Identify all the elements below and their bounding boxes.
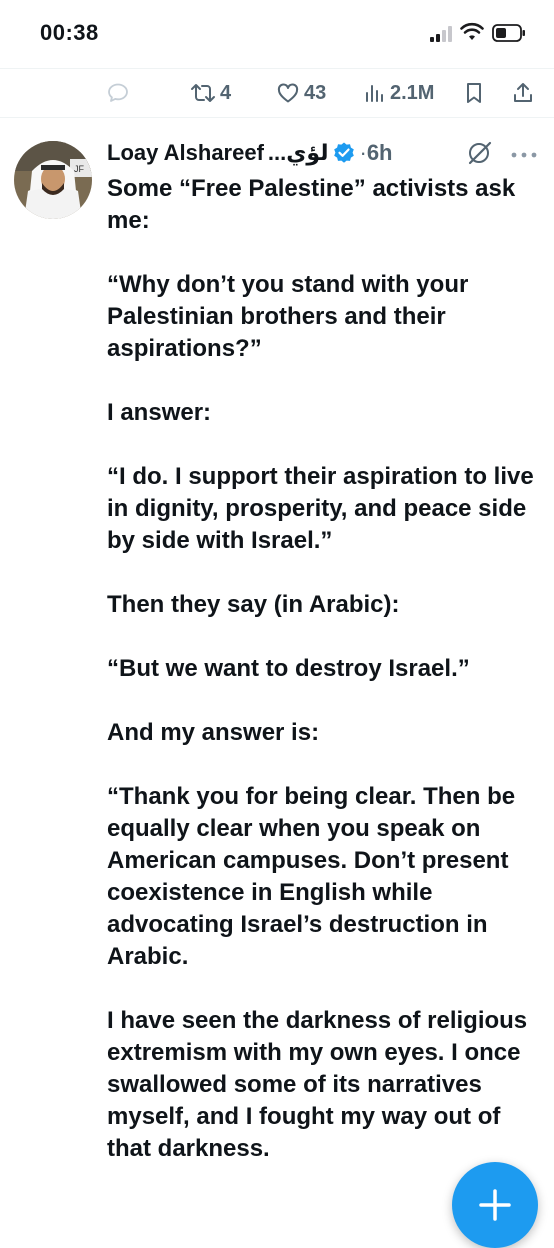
tweet-paragraph: “I do. I support their aspiration to liv…: [107, 463, 534, 554]
wifi-icon: [460, 22, 484, 40]
grok-icon[interactable]: [465, 139, 493, 167]
tweet-header: Loay Alshareef لؤي... · 6h: [107, 137, 393, 169]
like-button[interactable]: 43: [276, 79, 326, 107]
views-button[interactable]: 2.1M: [364, 79, 434, 107]
author-name[interactable]: Loay Alshareef: [107, 140, 264, 166]
tweet-action-bar: 4 43 2.1M: [0, 68, 554, 118]
tweet-paragraph: I answer:: [107, 399, 212, 426]
views-count: 2.1M: [390, 81, 435, 104]
like-count: 43: [304, 81, 327, 104]
share-icon: [514, 83, 532, 102]
separator-dot: ·: [359, 140, 367, 165]
share-button[interactable]: [512, 79, 534, 107]
tweet-paragraph: “But we want to destroy Israel.”: [107, 655, 470, 682]
retweet-icon: [191, 84, 215, 102]
compose-icon: [479, 1189, 511, 1221]
tweet[interactable]: JF Loay Alshareef لؤي... · 6h Some “Free…: [0, 117, 554, 1248]
tweet-body: Some “Free Palestine” activists ask me: …: [107, 173, 547, 1197]
tweet-paragraph: I have seen the darkness of religious ex…: [107, 1007, 528, 1162]
more-icon[interactable]: [510, 151, 538, 159]
tweet-paragraph: Some “Free Palestine” activists ask me:: [107, 175, 516, 234]
tweet-paragraph: “Thank you for being clear. Then be equa…: [107, 783, 516, 970]
bookmark-icon: [467, 83, 481, 103]
views-icon: [366, 85, 383, 102]
battery-icon: [492, 24, 525, 42]
tweet-paragraph: Then they say (in Arabic):: [107, 591, 400, 618]
status-time: 00:38: [40, 20, 99, 45]
tweet-paragraph: “Why don’t you stand with your Palestini…: [107, 271, 469, 362]
tweet-paragraph: And my answer is:: [107, 719, 320, 746]
like-icon: [277, 83, 299, 103]
svg-text:JF: JF: [74, 164, 85, 174]
retweet-count: 4: [220, 81, 232, 104]
status-bar: 00:38: [0, 0, 554, 68]
author-name-arabic[interactable]: لؤي...: [268, 140, 329, 166]
reply-button[interactable]: [106, 79, 134, 107]
bookmark-button[interactable]: [464, 79, 484, 107]
reply-icon: [108, 83, 128, 102]
tweet-timestamp[interactable]: 6h: [367, 140, 393, 166]
retweet-button[interactable]: 4: [190, 79, 231, 107]
compose-button[interactable]: [452, 1162, 538, 1248]
cellular-signal-icon: [430, 26, 456, 42]
avatar[interactable]: JF: [14, 141, 92, 219]
verified-badge-icon: [334, 142, 355, 163]
avatar-photo: JF: [14, 141, 92, 219]
